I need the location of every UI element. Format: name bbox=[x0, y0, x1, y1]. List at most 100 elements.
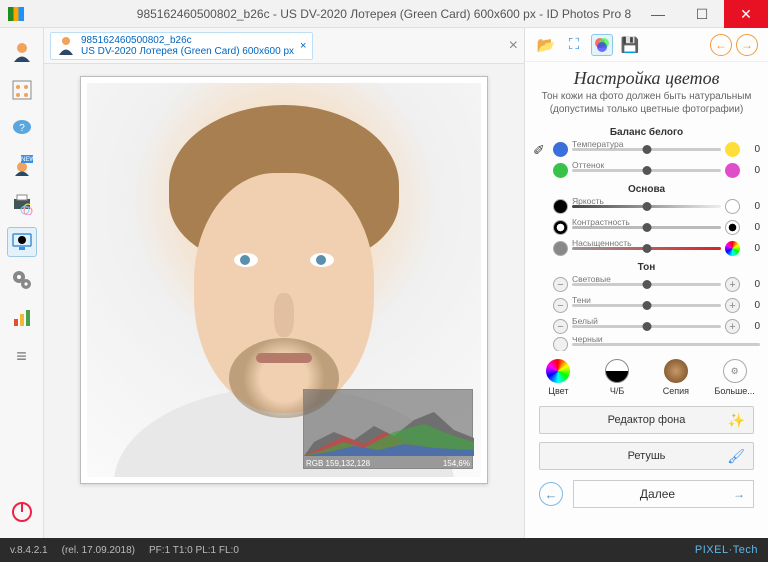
single-portrait-icon[interactable] bbox=[7, 37, 37, 67]
bright-track[interactable]: Яркость bbox=[572, 205, 721, 208]
panel-top-left: 📂 ⛶ 💾 bbox=[535, 34, 641, 56]
tint-track[interactable]: Оттенок bbox=[572, 169, 721, 172]
bright-left-knob bbox=[553, 199, 568, 214]
temp-value: 0 bbox=[744, 144, 760, 155]
bg-editor-button[interactable]: Редактор фона ✨ bbox=[539, 406, 754, 434]
nav-row: ← Далее → bbox=[525, 474, 768, 516]
sat-right-knob bbox=[725, 241, 740, 256]
contrast-track[interactable]: Контрастность bbox=[572, 226, 721, 229]
wh-track[interactable]: Белый bbox=[572, 325, 721, 328]
tab-text: 985162460500802_b26c US DV-2020 Лотерея … bbox=[81, 35, 294, 57]
crop-icon[interactable]: ⛶ bbox=[563, 34, 585, 56]
mode-color-icon bbox=[546, 359, 570, 383]
hl-left-knob: − bbox=[553, 277, 568, 292]
tab-portrait-icon bbox=[57, 35, 75, 57]
tab-title: 985162460500802_b26c bbox=[81, 35, 294, 46]
histogram-overlay: RGB 159,132,128 154,6% bbox=[303, 389, 473, 469]
hl-value: 0 bbox=[744, 279, 760, 290]
document-tab[interactable]: 985162460500802_b26c US DV-2020 Лотерея … bbox=[50, 32, 313, 60]
sh-track[interactable]: Тени bbox=[572, 304, 721, 307]
new-template-icon[interactable]: NEW bbox=[7, 151, 37, 181]
mode-sepia[interactable]: Сепия bbox=[648, 359, 704, 396]
stats-icon[interactable] bbox=[7, 303, 37, 333]
print-icon[interactable] bbox=[7, 189, 37, 219]
group-base: Основа bbox=[533, 181, 760, 196]
temp-track[interactable]: Температура bbox=[572, 148, 721, 151]
right-panel: 📂 ⛶ 💾 ← → Настройка цветов Тон кожи на ф… bbox=[524, 28, 768, 538]
mode-sepia-icon bbox=[664, 359, 688, 383]
monitor-color-icon[interactable] bbox=[7, 227, 37, 257]
histogram-rgb: RGB 159,132,128 bbox=[306, 459, 370, 468]
title-bar: 985162460500802_b26c - US DV-2020 Лотере… bbox=[0, 0, 768, 28]
multi-portrait-icon[interactable] bbox=[7, 75, 37, 105]
svg-text:NEW: NEW bbox=[21, 157, 33, 163]
magic-wand-icon: ✨ bbox=[728, 412, 745, 429]
eyedropper-icon[interactable]: ✐ bbox=[533, 142, 549, 158]
power-icon[interactable] bbox=[7, 497, 37, 527]
sh-right-knob: + bbox=[725, 298, 740, 313]
status-rel: (rel. 17.09.2018) bbox=[62, 545, 135, 556]
tab-bar: 985162460500802_b26c US DV-2020 Лотерея … bbox=[44, 28, 524, 64]
status-version: v.8.4.2.1 bbox=[10, 545, 48, 556]
tint-left-knob bbox=[553, 163, 568, 178]
tab-subtitle: US DV-2020 Лотерея (Green Card) 600x600 … bbox=[81, 46, 294, 57]
slider-shadows: − Тени + 0 bbox=[533, 295, 760, 316]
sliders-area: Баланс белого ✐ Температура 0 Оттенок bbox=[525, 124, 768, 351]
panel-top-right: ← → bbox=[710, 34, 758, 56]
mode-color[interactable]: Цвет bbox=[530, 359, 586, 396]
hl-right-knob: + bbox=[725, 277, 740, 292]
slider-brightness: Яркость 0 bbox=[533, 196, 760, 217]
bright-value: 0 bbox=[744, 201, 760, 212]
tab-close-icon[interactable]: × bbox=[300, 40, 306, 52]
slider-saturation: Насыщенность 0 bbox=[533, 238, 760, 259]
slider-contrast: Контрастность 0 bbox=[533, 217, 760, 238]
tint-right-knob bbox=[725, 163, 740, 178]
contrast-value: 0 bbox=[744, 222, 760, 233]
status-codes: PF:1 T1:0 PL:1 FL:0 bbox=[149, 545, 239, 556]
menu-icon[interactable]: ≡ bbox=[7, 341, 37, 371]
sat-value: 0 bbox=[744, 243, 760, 254]
sat-left-knob bbox=[553, 241, 568, 256]
group-tone: Тон bbox=[533, 259, 760, 274]
mode-more-icon: ⚙ bbox=[723, 359, 747, 383]
help-chat-icon[interactable]: ? bbox=[7, 113, 37, 143]
temp-right-knob bbox=[725, 142, 740, 157]
nav-back-button[interactable]: ← bbox=[539, 482, 563, 506]
nav-next-button[interactable]: Далее → bbox=[573, 480, 754, 508]
wh-right-knob: + bbox=[725, 319, 740, 334]
sat-track[interactable]: Насыщенность bbox=[572, 247, 721, 250]
sh-value: 0 bbox=[744, 300, 760, 311]
save-icon[interactable]: 💾 bbox=[619, 34, 641, 56]
slider-white: − Белый + 0 bbox=[533, 316, 760, 337]
maximize-button[interactable]: ☐ bbox=[680, 0, 724, 28]
histogram-pct: 154,6% bbox=[443, 459, 470, 468]
next-top-button[interactable]: → bbox=[736, 34, 758, 56]
mode-bw[interactable]: Ч/Б bbox=[589, 359, 645, 396]
close-button[interactable]: ✕ bbox=[724, 0, 768, 28]
open-folder-icon[interactable]: 📂 bbox=[535, 34, 557, 56]
slider-highlights: − Световые + 0 bbox=[533, 274, 760, 295]
mode-more[interactable]: ⚙ Больше... bbox=[707, 359, 763, 396]
portrait-image[interactable]: RGB 159,132,128 154,6% bbox=[87, 83, 481, 477]
app-body: ? NEW ≡ 985162460500802_b26c U bbox=[0, 28, 768, 538]
left-toolbar: ? NEW ≡ bbox=[0, 28, 44, 538]
color-mode-row: Цвет Ч/Б Сепия ⚙ Больше... bbox=[525, 351, 768, 402]
window-title: 985162460500802_b26c - US DV-2020 Лотере… bbox=[137, 7, 631, 21]
status-brand: PIXEL·Tech bbox=[695, 544, 758, 556]
prev-top-button[interactable]: ← bbox=[710, 34, 732, 56]
group-balance: Баланс белого bbox=[533, 124, 760, 139]
panel-subtitle: Тон кожи на фото должен быть натуральным… bbox=[525, 89, 768, 124]
tint-value: 0 bbox=[744, 165, 760, 176]
photo-area: RGB 159,132,128 154,6% bbox=[44, 64, 524, 538]
panel-title: Настройка цветов bbox=[525, 68, 768, 89]
svg-text:?: ? bbox=[19, 123, 25, 134]
hl-track[interactable]: Световые bbox=[572, 283, 721, 286]
minimize-button[interactable]: ― bbox=[636, 0, 680, 28]
settings-icon[interactable] bbox=[7, 265, 37, 295]
slider-tint: Оттенок 0 bbox=[533, 160, 760, 181]
mode-bw-icon bbox=[605, 359, 629, 383]
clear-tab-icon[interactable]: × bbox=[509, 37, 518, 55]
color-adjust-icon[interactable] bbox=[591, 34, 613, 56]
nav-next-arrow-icon: → bbox=[733, 487, 745, 501]
retouch-button[interactable]: Ретушь 🖌 bbox=[539, 442, 754, 470]
